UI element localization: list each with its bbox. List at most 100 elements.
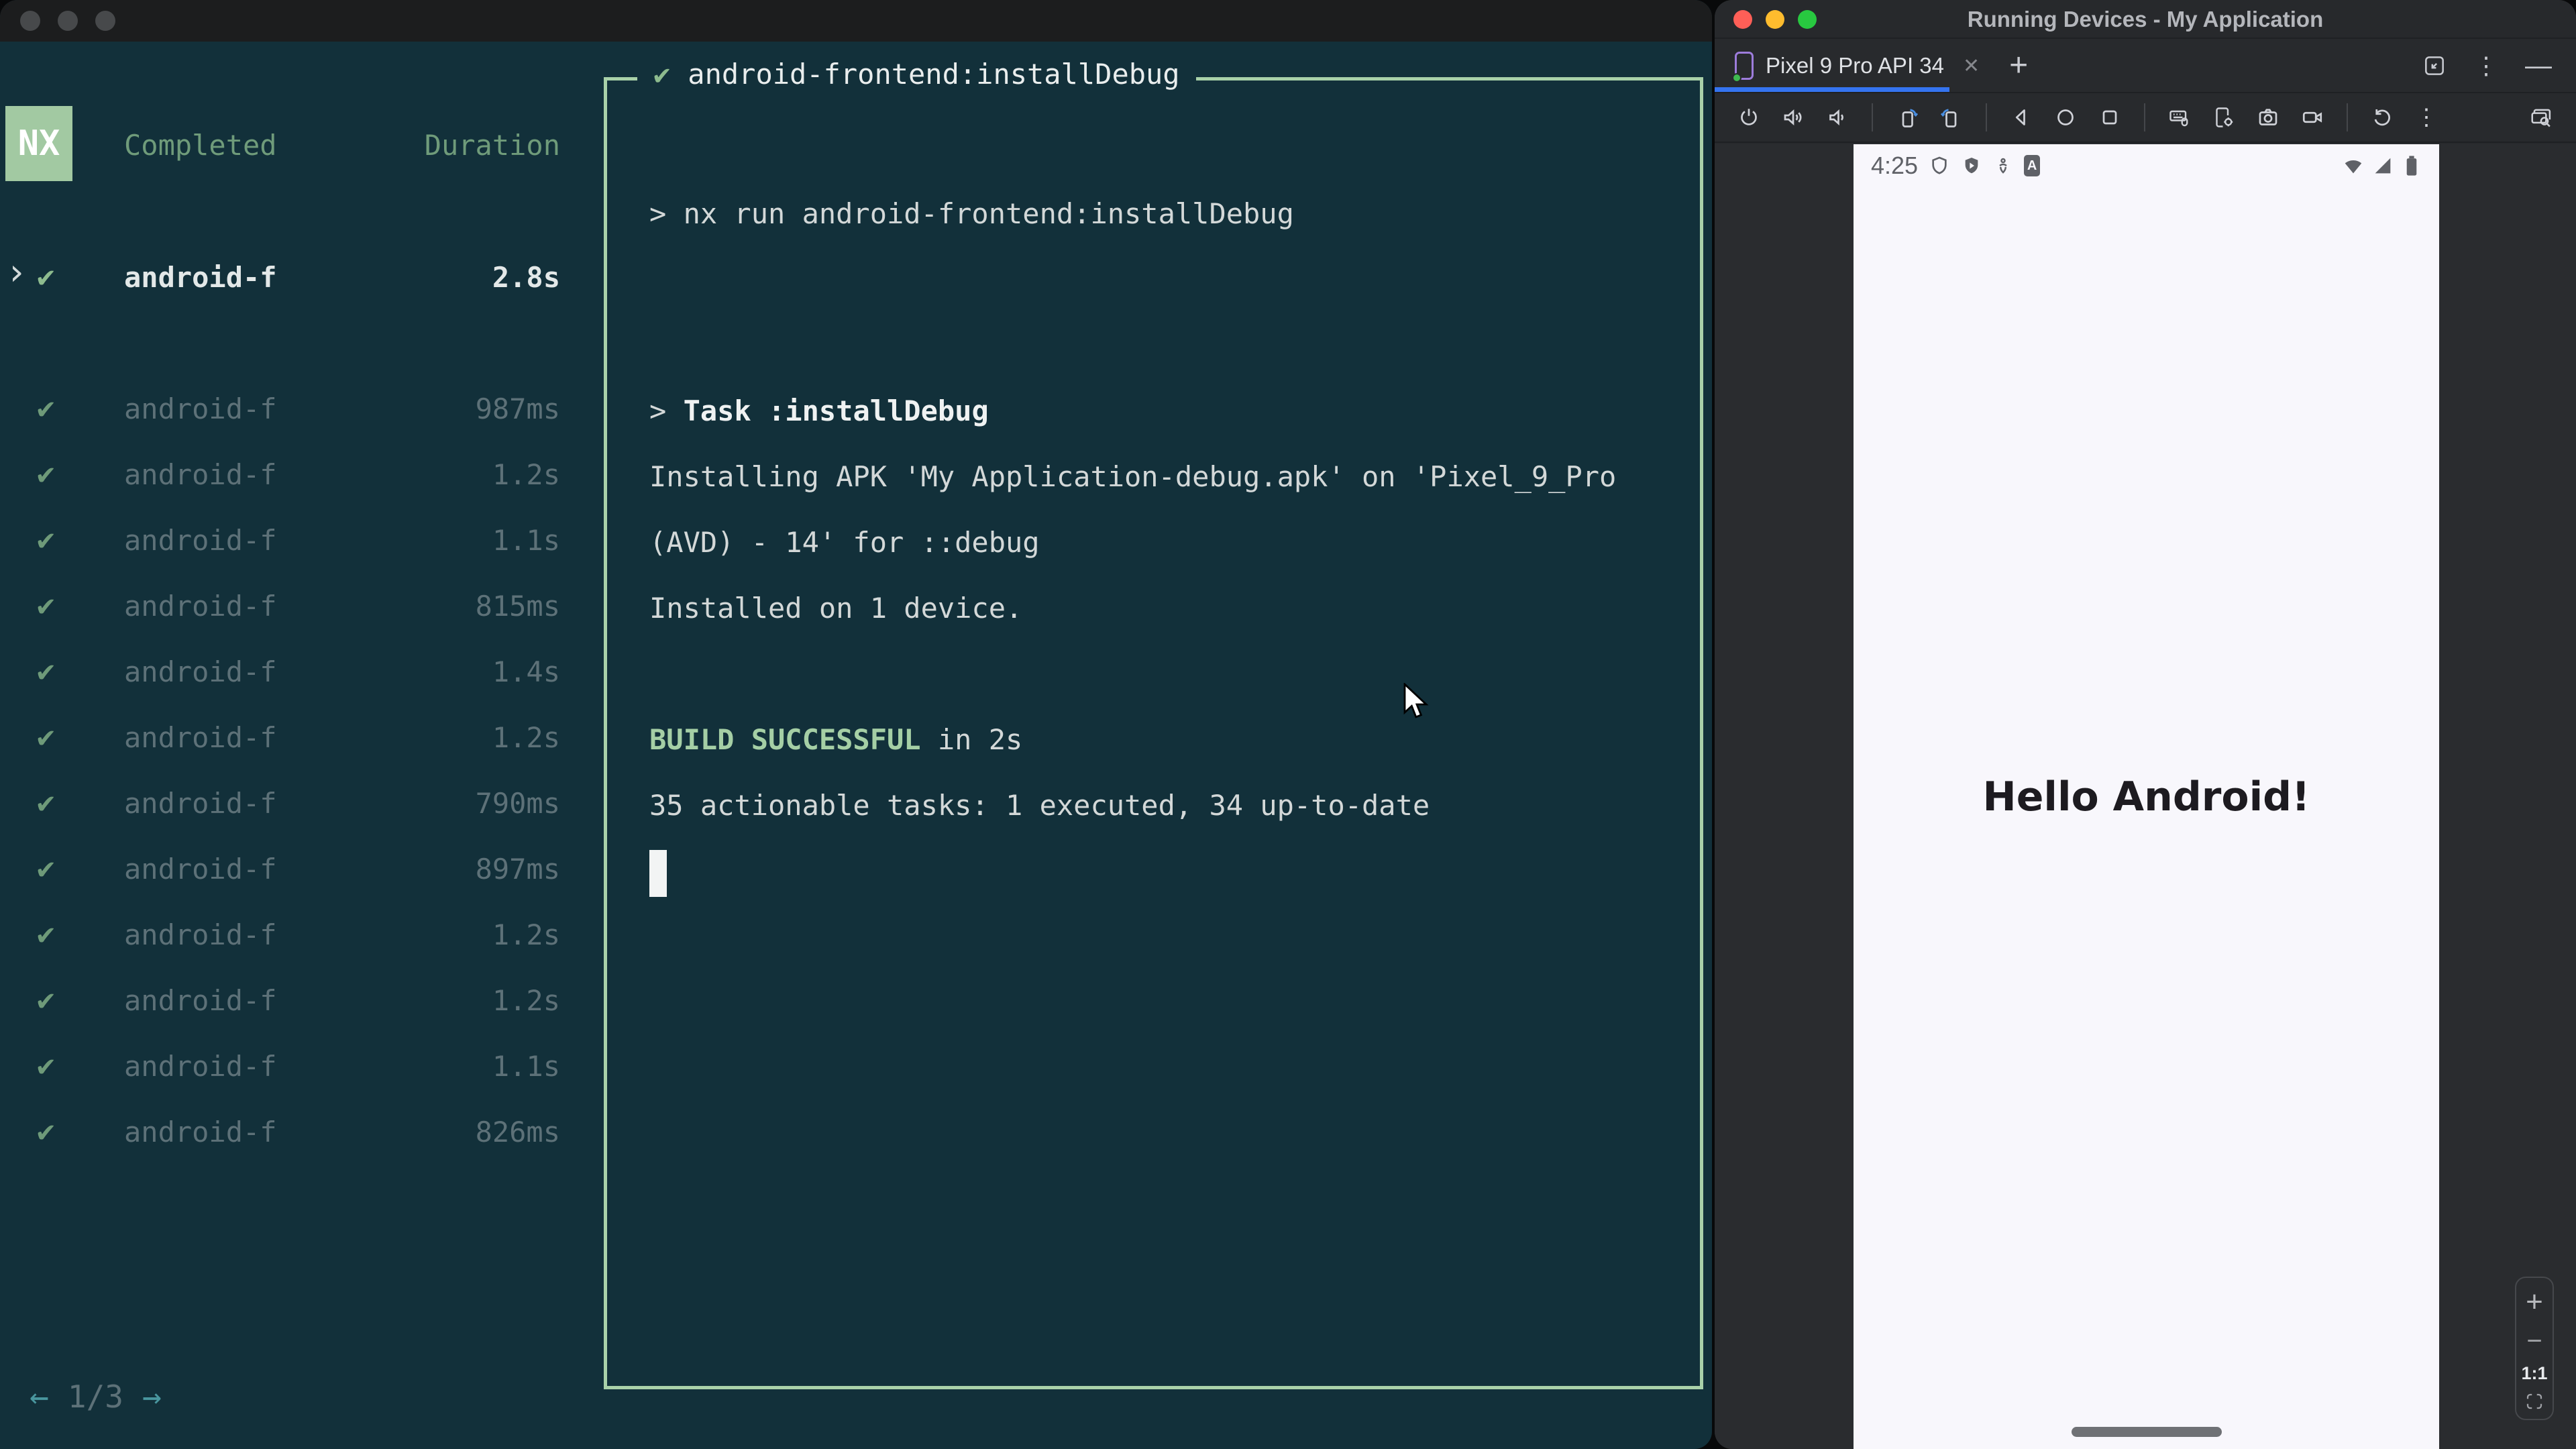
task-name: android-f: [124, 721, 277, 754]
terminal-output: > nx run android-frontend:installDebug >…: [649, 181, 1680, 904]
task-duration: 2.8s: [492, 261, 560, 294]
zoom-in-button[interactable]: +: [2526, 1285, 2543, 1319]
zoom-out-button[interactable]: −: [2526, 1326, 2542, 1356]
check-icon: ✔: [37, 1114, 55, 1148]
volume-up-button[interactable]: [1779, 103, 1807, 131]
screen-record-button[interactable]: [2298, 103, 2326, 131]
terminal-cursor-line: [649, 839, 1680, 904]
power-button[interactable]: [1735, 103, 1763, 131]
zoom-to-fit-button[interactable]: [2524, 1391, 2544, 1411]
task-duration: 815ms: [475, 590, 560, 623]
text-cursor: [649, 849, 667, 897]
display-zoom-settings-icon[interactable]: [2528, 103, 2556, 131]
maximize-button[interactable]: [1798, 10, 1817, 29]
task-duration: 826ms: [475, 1116, 560, 1148]
back-button[interactable]: [2007, 103, 2035, 131]
task-row[interactable]: ✔ android-f 1.1s: [0, 1034, 604, 1099]
task-name: android-f: [124, 524, 277, 557]
device-tab-bar: Pixel 9 Pro API 34 ✕ + ⋮ —: [1715, 40, 2576, 91]
check-icon: ✔: [37, 391, 55, 425]
window-title: Running Devices - My Application: [1967, 7, 2324, 32]
check-icon: ✔: [37, 260, 55, 294]
volume-down-button[interactable]: [1823, 103, 1851, 131]
wellbeing-icon: [1993, 156, 2013, 176]
play-protect-icon: [1961, 155, 1982, 176]
task-name: android-f: [124, 458, 277, 491]
terminal-titlebar: [0, 0, 1712, 42]
wifi-icon: [2343, 155, 2364, 176]
task-row[interactable]: ✔ android-f 1.2s: [0, 968, 604, 1034]
toolbar-separator: [2144, 103, 2145, 131]
task-name: android-f: [124, 392, 277, 425]
tab-pixel-9-pro[interactable]: Pixel 9 Pro API 34 ✕: [1732, 52, 1980, 83]
nx-logo: NX: [5, 106, 72, 181]
check-icon: ✔: [37, 917, 55, 951]
prev-page-arrow-icon[interactable]: ←: [30, 1378, 49, 1415]
task-duration: 1.2s: [492, 984, 560, 1017]
toolbar-separator: [1872, 103, 1873, 131]
check-icon: ✔: [37, 1049, 55, 1083]
emulator-screen[interactable]: 4:25 A Hello Android!: [1854, 144, 2439, 1449]
check-icon: ✔: [37, 588, 55, 623]
terminal-line: Installed on 1 device.: [649, 592, 1023, 625]
more-options-icon[interactable]: ⋮: [2474, 52, 2498, 80]
tab-close-icon[interactable]: ✕: [1963, 54, 1980, 78]
rotate-left-button[interactable]: [1893, 103, 1921, 131]
minimize-button[interactable]: [1766, 10, 1784, 29]
task-duration: 1.4s: [492, 655, 560, 688]
task-row[interactable]: ✔ android-f 826ms: [0, 1099, 604, 1165]
android-status-bar: 4:25 A: [1854, 144, 2439, 187]
task-row[interactable]: ✔ android-f 1.1s: [0, 508, 604, 574]
toolbar-separator: [1986, 103, 1987, 131]
task-row[interactable]: ✔ android-f 897ms: [0, 837, 604, 902]
task-row[interactable]: ✔ android-f 1.4s: [0, 639, 604, 705]
task-row[interactable]: ✔ android-f 1.2s: [0, 902, 604, 968]
device-settings-button[interactable]: [2210, 103, 2238, 131]
task-row-active[interactable]: › ✔ android-f 2.8s: [0, 245, 604, 311]
task-row[interactable]: ✔ android-f 1.2s: [0, 705, 604, 771]
rotate-right-button[interactable]: [1937, 103, 1966, 131]
active-tab-indicator: [1715, 87, 1949, 92]
page-indicator: 1/3: [67, 1379, 123, 1415]
task-duration: 897ms: [475, 853, 560, 885]
task-duration: 790ms: [475, 787, 560, 820]
check-icon: ✔: [37, 851, 55, 885]
zoom-controls: + − 1:1: [2515, 1277, 2554, 1420]
next-page-arrow-icon[interactable]: →: [142, 1378, 162, 1415]
terminal-line: > nx run android-frontend:installDebug: [649, 197, 1294, 230]
screenshot-button[interactable]: [2254, 103, 2282, 131]
task-row[interactable]: ✔ android-f 815ms: [0, 574, 604, 639]
task-name: android-f: [124, 261, 277, 294]
home-button[interactable]: [2051, 103, 2080, 131]
status-time: 4:25: [1871, 152, 1919, 179]
toolbar-more-icon[interactable]: ⋮: [2412, 103, 2440, 131]
close-button[interactable]: [20, 11, 40, 31]
terminal-line: > Task :installDebug: [649, 394, 989, 427]
overview-button[interactable]: [2096, 103, 2124, 131]
task-duration: 1.1s: [492, 524, 560, 557]
maximize-button[interactable]: [95, 11, 115, 31]
hide-tool-window-icon[interactable]: —: [2525, 51, 2552, 81]
dock-window-icon[interactable]: [2422, 53, 2447, 78]
task-row[interactable]: ✔ android-f 987ms: [0, 376, 604, 442]
terminal-line: BUILD SUCCESSFUL in 2s: [649, 723, 1023, 756]
hardware-input-button[interactable]: [2165, 103, 2194, 131]
new-tab-button[interactable]: +: [2009, 50, 2028, 82]
close-button[interactable]: [1733, 10, 1752, 29]
output-pane-title: ✔ android-frontend:installDebug: [637, 58, 1196, 91]
task-row[interactable]: ✔ android-f 790ms: [0, 771, 604, 837]
task-name: android-f: [124, 1116, 277, 1148]
task-name: android-f: [124, 984, 277, 1017]
task-name: android-f: [124, 590, 277, 623]
task-name: android-f: [124, 787, 277, 820]
task-duration: 987ms: [475, 392, 560, 425]
terminal-line: 35 actionable tasks: 1 executed, 34 up-t…: [649, 789, 1430, 822]
minimize-button[interactable]: [58, 11, 78, 31]
column-header-completed: Completed: [124, 129, 277, 162]
zoom-actual-size-button[interactable]: 1:1: [2521, 1363, 2547, 1384]
navigation-handle[interactable]: [2071, 1427, 2222, 1437]
task-row[interactable]: ✔ android-f 1.2s: [0, 442, 604, 508]
task-name: android-f: [124, 1050, 277, 1083]
phone-device-icon: [1732, 52, 1754, 83]
restart-button[interactable]: [2368, 103, 2396, 131]
